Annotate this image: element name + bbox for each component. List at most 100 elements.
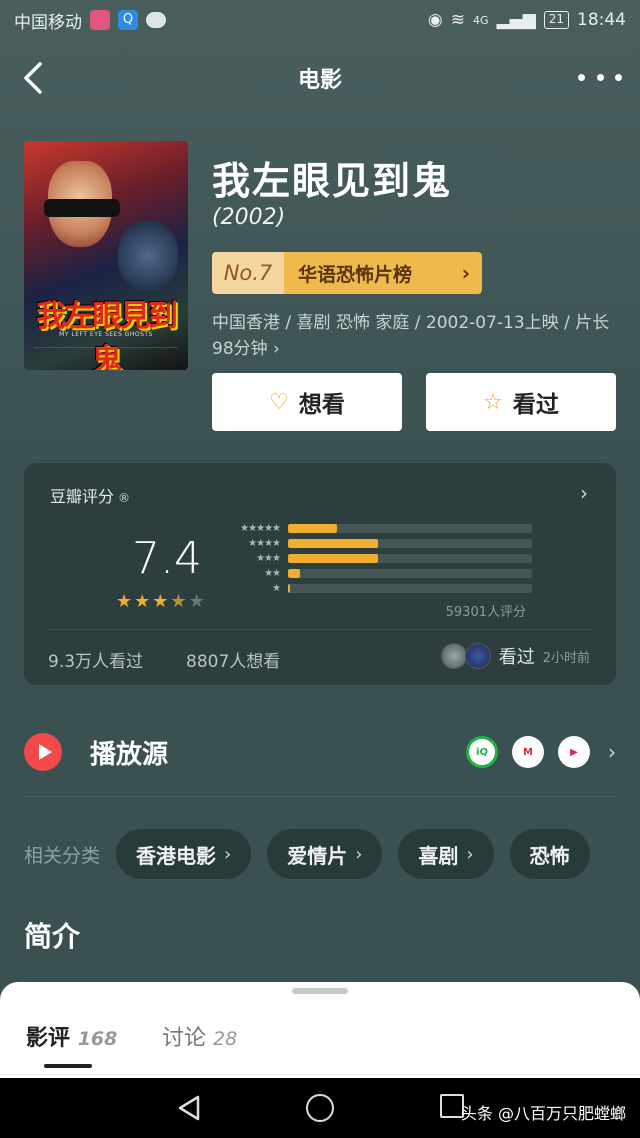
status-left: 中国移动 Q: [14, 8, 166, 33]
tab-discussions[interactable]: 讨论 28: [162, 1020, 237, 1052]
rating-bar-track: [288, 524, 532, 533]
intro-heading: 简介: [24, 920, 81, 953]
seen-label: 看过: [512, 392, 559, 418]
mgtv-icon[interactable]: M: [512, 736, 544, 768]
star-outline-icon: ☆: [483, 389, 503, 415]
rating-bar-stars: ★: [272, 583, 281, 594]
back-arrow-icon[interactable]: [18, 58, 58, 98]
categories-label: 相关分类: [24, 844, 101, 867]
source-icons: iQ M ▶ ›: [466, 736, 616, 768]
wifi-icon: ≋: [450, 10, 465, 30]
star-icon: ★: [134, 591, 151, 612]
active-tab-indicator: [44, 1064, 92, 1068]
want-label: 想看: [298, 392, 345, 418]
category-chip[interactable]: 香港电影 ›: [116, 829, 252, 879]
rating-bar-row: ★★★★★: [232, 521, 532, 536]
rating-bar-fill: [288, 539, 379, 548]
rank-list-label: 华语恐怖片榜: [298, 263, 413, 286]
friends-activity[interactable]: 看过 2小时前: [440, 643, 590, 669]
message-notification-icon: [146, 12, 166, 28]
rating-bar-track: [288, 584, 532, 593]
play-icon: [24, 733, 62, 771]
chevron-right-icon: ›: [224, 843, 232, 865]
play-sources-label: 播放源: [90, 739, 169, 770]
chip-label: 爱情片: [287, 843, 348, 868]
rating-bar-track: [288, 539, 532, 548]
home-circle-icon[interactable]: [306, 1094, 334, 1122]
category-chip[interactable]: 爱情片 ›: [267, 829, 383, 879]
system-nav-bar: 头条 @八百万只肥螳螂: [0, 1078, 640, 1138]
watermark: 头条 @八百万只肥螳螂: [460, 1104, 626, 1123]
rating-bar-track: [288, 554, 532, 563]
iqiyi-icon[interactable]: iQ: [466, 736, 498, 768]
watched-count: 9.3万人看过: [48, 652, 144, 672]
watched-button[interactable]: ☆ 看过: [426, 373, 616, 431]
chevron-right-icon: ›: [466, 843, 474, 865]
rating-bar-track: [288, 569, 532, 578]
rating-bar-stars: ★★★★★: [240, 523, 281, 534]
poster-glasses: [44, 199, 120, 217]
carrier-label: 中国移动: [14, 12, 82, 33]
movie-meta[interactable]: 中国香港 / 喜剧 恐怖 家庭 / 2002-07-13上映 / 片长98分钟 …: [212, 310, 622, 362]
app-notification-icon: [90, 10, 110, 30]
avatar: [464, 643, 491, 669]
heart-plus-icon: ♡: [269, 389, 289, 415]
bottom-sheet[interactable]: 影评 168 讨论 28: [0, 982, 640, 1078]
want-count: 8807人想看: [186, 652, 281, 672]
chevron-right-icon: ›: [355, 843, 363, 865]
rating-bar-stars: ★★★★: [248, 538, 281, 549]
rating-bar-row: ★: [232, 581, 532, 596]
network-label: 4G: [472, 13, 489, 27]
ranking-badge[interactable]: No.7 华语恐怖片榜 ›: [212, 252, 482, 294]
battery-icon: 21: [543, 11, 569, 29]
rating-bar-fill: [288, 584, 291, 593]
rank-list-name: 华语恐怖片榜 ›: [284, 252, 482, 294]
poster-credits: [34, 347, 178, 361]
rating-bar-fill: [288, 524, 337, 533]
rating-bar-row: ★★: [232, 566, 532, 581]
divider: [0, 1074, 640, 1075]
category-chip[interactable]: 恐怖: [509, 829, 590, 879]
youku-icon[interactable]: ▶: [558, 736, 590, 768]
avatar: [440, 643, 467, 669]
star-icon: ★: [152, 591, 169, 612]
movie-title: 我左眼见到鬼: [212, 159, 453, 203]
star-icon: ★: [116, 591, 133, 612]
drag-handle[interactable]: [292, 988, 348, 994]
category-chip[interactable]: 喜剧 ›: [398, 829, 494, 879]
poster-subtitle: MY LEFT EYE SEES GHOSTS: [59, 331, 153, 338]
rating-bar-fill: [288, 554, 379, 563]
rating-bar-stars: ★★★: [256, 553, 281, 564]
play-sources-row[interactable]: 播放源 iQ M ▶ ›: [24, 720, 616, 784]
friends-action: 看过: [498, 647, 535, 668]
half-star-icon: ★: [170, 591, 187, 612]
more-options-icon[interactable]: [578, 62, 622, 92]
tab-reviews[interactable]: 影评 168: [26, 1020, 117, 1052]
want-to-watch-button[interactable]: ♡ 想看: [212, 373, 402, 431]
page-title: 电影: [297, 68, 342, 93]
poster-figure-2: [118, 221, 178, 291]
chevron-right-icon[interactable]: ›: [580, 481, 588, 505]
chip-label: 喜剧: [418, 843, 459, 868]
top-nav: 电影: [0, 48, 640, 108]
browser-notification-icon: Q: [118, 10, 138, 30]
status-bar: 中国移动 Q ◉ ≋ 4G ▂▄▆ 21 18:44: [0, 0, 640, 40]
rating-bar-row: ★★★★: [232, 536, 532, 551]
signal-icon: ▂▄▆: [496, 10, 536, 30]
rating-stars: ★ ★ ★ ★ ★: [116, 591, 205, 612]
movie-poster[interactable]: 我左眼見到鬼 MY LEFT EYE SEES GHOSTS: [24, 141, 188, 370]
rating-label: 豆瓣评分: [50, 487, 115, 506]
rating-distribution: ★★★★★ ★★★★ ★★★ ★★ ★: [232, 521, 532, 596]
empty-star-icon: ★: [188, 591, 205, 612]
back-triangle-icon[interactable]: [176, 1094, 204, 1122]
chevron-right-icon: ›: [461, 261, 470, 285]
rating-source: 豆瓣评分 ®: [50, 483, 130, 507]
related-categories: 相关分类 香港电影 › 爱情片 › 喜剧 › 恐怖: [24, 828, 640, 880]
rating-count: 59301人评分: [445, 605, 526, 620]
tab-count: 28: [213, 1028, 238, 1050]
tab-label: 讨论: [162, 1026, 207, 1051]
friends-time: 2小时前: [542, 650, 590, 666]
rating-score: 7.4: [132, 533, 202, 584]
registered-icon: ®: [118, 491, 131, 505]
rating-card[interactable]: 豆瓣评分 ® › 7.4 ★ ★ ★ ★ ★ ★★★★★ ★★★★ ★★★ ★★ ★ 59…: [24, 463, 616, 685]
